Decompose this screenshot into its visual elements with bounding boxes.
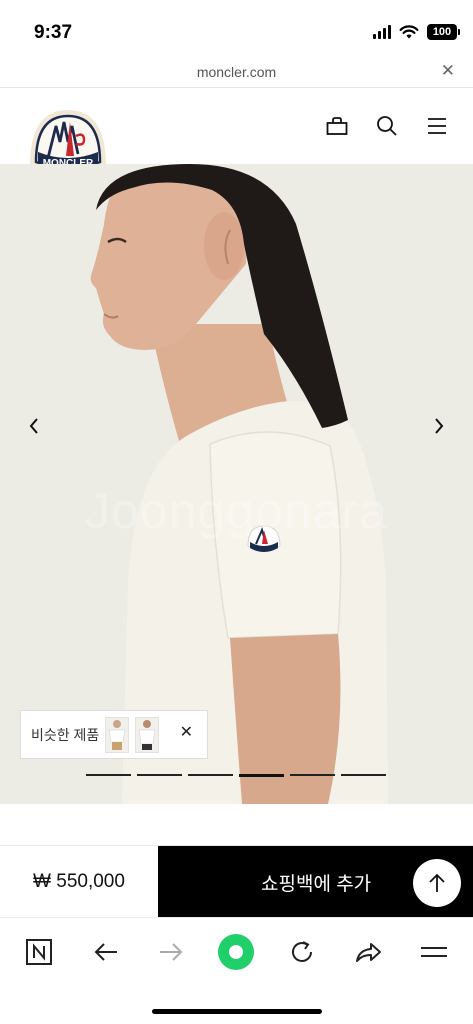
signal-icon	[373, 25, 391, 39]
header-icons	[325, 114, 449, 138]
arrow-up-icon	[429, 873, 445, 892]
back-arrow-icon[interactable]	[88, 934, 124, 970]
scroll-top-button[interactable]	[413, 859, 461, 907]
chevron-right-icon[interactable]	[427, 414, 451, 438]
search-icon[interactable]	[375, 114, 399, 138]
reload-icon[interactable]	[284, 934, 320, 970]
carousel-dot[interactable]	[290, 774, 335, 776]
shopping-bag-icon[interactable]	[325, 114, 349, 138]
close-icon[interactable]: ✕	[441, 62, 455, 79]
carousel-dot[interactable]	[188, 774, 233, 776]
add-to-bag-label: 쇼핑백에 추가	[261, 873, 372, 895]
carousel-dot[interactable]	[137, 774, 182, 776]
forward-arrow-icon[interactable]	[153, 934, 189, 970]
carousel-indicators	[86, 773, 386, 777]
url-text[interactable]: moncler.com	[0, 64, 473, 80]
browser-toolbar	[0, 917, 473, 987]
carousel-dot[interactable]	[341, 774, 386, 776]
product-image-carousel[interactable]: Joonggonara 비슷한 제품 ✕	[0, 164, 473, 804]
similar-thumbnail[interactable]	[105, 716, 130, 753]
similar-products-label: 비슷한 제품	[31, 726, 100, 743]
green-dot-icon[interactable]	[218, 934, 254, 970]
share-icon[interactable]	[350, 934, 386, 970]
status-icons: 100	[373, 24, 460, 40]
site-header: MONCLER	[0, 88, 473, 174]
purchase-bar: ₩ 550,000 쇼핑백에 추가	[0, 845, 473, 918]
similar-products-chip[interactable]: 비슷한 제품 ✕	[20, 710, 208, 759]
home-indicator	[152, 1009, 322, 1014]
hamburger-icon[interactable]	[416, 934, 452, 970]
chevron-left-icon[interactable]	[22, 414, 46, 438]
status-bar: 9:37 100	[0, 0, 473, 60]
naver-n-icon[interactable]	[21, 934, 57, 970]
close-icon[interactable]: ✕	[180, 725, 193, 741]
watermark: Joonggonara	[85, 483, 388, 539]
similar-thumbnail[interactable]	[135, 716, 160, 753]
carousel-dot[interactable]	[86, 774, 131, 776]
wifi-icon	[399, 25, 419, 39]
carousel-dot[interactable]	[239, 773, 284, 777]
price: ₩ 550,000	[0, 846, 158, 918]
status-time: 9:37	[34, 22, 73, 43]
menu-icon[interactable]	[425, 114, 449, 138]
battery-icon: 100	[427, 24, 460, 40]
url-bar[interactable]: moncler.com ✕	[0, 60, 473, 88]
